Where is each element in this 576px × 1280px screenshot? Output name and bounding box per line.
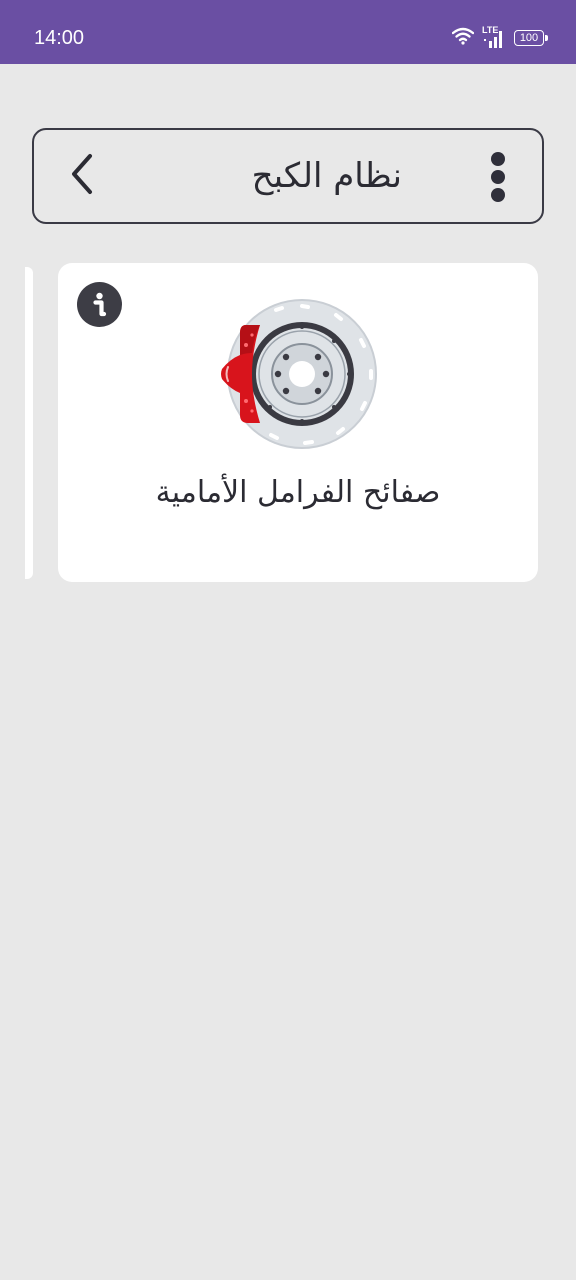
page-title: نظام الكبح [251,156,402,196]
more-options-button[interactable] [484,150,512,204]
part-card[interactable]: صفائح الفرامل الأمامية [58,263,538,582]
previous-card-edge[interactable] [25,267,33,579]
status-bar: 14:00 LTE 100 [0,0,576,64]
status-icons: LTE 100 [451,25,548,50]
card-label: صفائح الفرامل الأمامية [155,475,441,510]
signal-icon: LTE [482,25,506,49]
info-button[interactable] [77,282,122,327]
header-bar: نظام الكبح [32,128,544,224]
battery-level: 100 [519,32,539,44]
info-icon [77,292,122,331]
status-time: 14:00 [34,27,85,49]
brake-disc-icon [216,297,380,451]
back-button[interactable] [62,152,102,200]
battery-icon: 100 [514,30,548,46]
wifi-icon [451,27,475,49]
chevron-left-icon [69,153,95,199]
